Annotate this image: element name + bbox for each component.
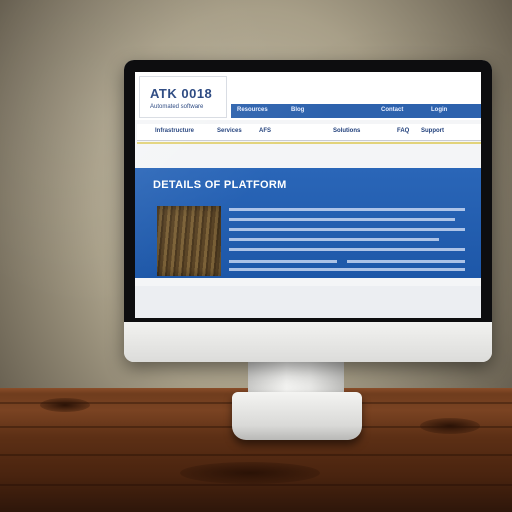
hero-text-line bbox=[229, 248, 465, 251]
sub-nav-item[interactable]: FAQ bbox=[397, 128, 409, 134]
sub-nav-item[interactable]: Support bbox=[421, 128, 444, 134]
accent-line bbox=[137, 142, 481, 144]
hero-text-line bbox=[229, 208, 465, 211]
sub-nav-item[interactable]: Services bbox=[217, 128, 242, 134]
main-nav: Resources Blog Contact Login bbox=[231, 104, 481, 118]
sub-nav: Infrastructure Services AFS Solutions FA… bbox=[137, 124, 481, 141]
sub-nav-item[interactable]: AFS bbox=[259, 128, 271, 134]
desk-grain bbox=[0, 484, 512, 486]
nav-item[interactable]: Resources bbox=[237, 107, 268, 113]
monitor-stand-neck bbox=[248, 362, 344, 396]
nav-item[interactable]: Login bbox=[431, 107, 447, 113]
monitor-chin bbox=[124, 322, 492, 362]
hero-banner: DETAILS OF PLATFORM bbox=[135, 168, 481, 278]
desk-grain bbox=[0, 454, 512, 456]
hero-text-line bbox=[229, 268, 465, 271]
desk-knot bbox=[420, 418, 480, 434]
nav-item[interactable]: Blog bbox=[291, 107, 304, 113]
monitor-stand-base bbox=[232, 392, 362, 440]
hero-text-line bbox=[229, 228, 465, 231]
hero-text-line bbox=[229, 218, 455, 221]
scene: ATK 0018 Automated software Resources Bl… bbox=[0, 0, 512, 512]
sub-nav-item[interactable]: Solutions bbox=[333, 128, 360, 134]
monitor: ATK 0018 Automated software Resources Bl… bbox=[124, 60, 492, 362]
nav-item[interactable]: Contact bbox=[381, 107, 403, 113]
hero-image bbox=[157, 206, 221, 276]
hero-text-line bbox=[347, 260, 465, 263]
site-logo[interactable]: ATK 0018 Automated software bbox=[139, 76, 227, 118]
logo-subtitle: Automated software bbox=[150, 104, 204, 110]
site-footer bbox=[135, 286, 481, 318]
monitor-bezel: ATK 0018 Automated software Resources Bl… bbox=[124, 60, 492, 324]
desk-knot bbox=[180, 462, 320, 484]
desk-knot bbox=[40, 398, 90, 412]
hero-text-line bbox=[229, 238, 439, 241]
sub-nav-item[interactable]: Infrastructure bbox=[155, 128, 194, 134]
site-header: ATK 0018 Automated software Resources Bl… bbox=[135, 72, 481, 120]
monitor-screen: ATK 0018 Automated software Resources Bl… bbox=[135, 72, 481, 318]
hero-text-line bbox=[229, 260, 337, 263]
hero-heading: DETAILS OF PLATFORM bbox=[153, 179, 287, 191]
logo-title: ATK 0018 bbox=[150, 86, 213, 101]
